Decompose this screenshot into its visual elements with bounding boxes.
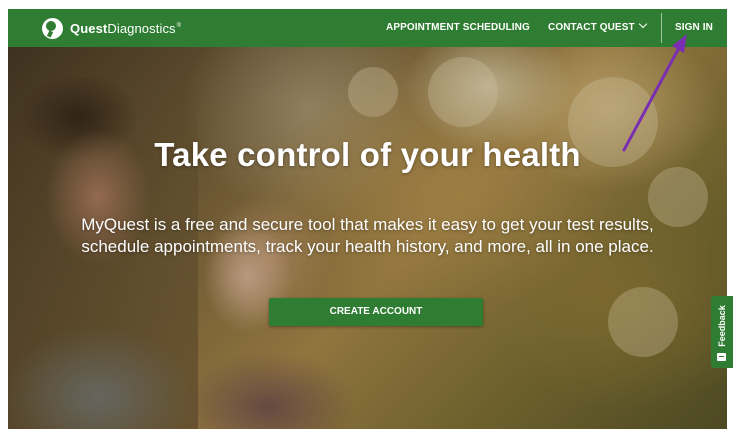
hero-description: MyQuest is a free and secure tool that m… bbox=[81, 215, 654, 256]
create-account-button[interactable]: CREATE ACCOUNT bbox=[269, 298, 483, 326]
browser-viewport: QuestDiagnostics® APPOINTMENT SCHEDULING… bbox=[8, 9, 727, 429]
chevron-down-icon bbox=[638, 19, 647, 29]
hero-title: Take control of your health bbox=[154, 136, 581, 173]
nav-contact-quest[interactable]: CONTACT QUEST bbox=[548, 9, 647, 47]
nav-divider bbox=[661, 13, 662, 43]
top-navigation: QuestDiagnostics® APPOINTMENT SCHEDULING… bbox=[8, 9, 727, 47]
quest-logo-link[interactable]: QuestDiagnostics® bbox=[42, 17, 181, 39]
feedback-icon bbox=[717, 353, 726, 361]
quest-logo-icon bbox=[42, 17, 63, 39]
sign-in-link[interactable]: SIGN IN bbox=[675, 9, 713, 47]
feedback-tab[interactable]: Feedback bbox=[711, 296, 733, 368]
nav-appointment-scheduling[interactable]: APPOINTMENT SCHEDULING bbox=[386, 9, 530, 47]
feedback-label: Feedback bbox=[717, 305, 727, 347]
nav-contact-quest-label: CONTACT QUEST bbox=[548, 22, 635, 33]
quest-logo-text: QuestDiagnostics® bbox=[70, 20, 182, 36]
